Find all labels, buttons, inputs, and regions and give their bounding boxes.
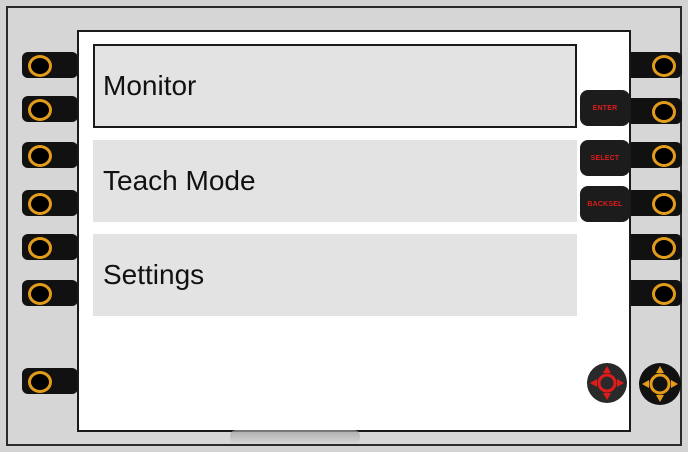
button-ring-icon [28, 99, 52, 121]
dpad-icon [639, 363, 681, 405]
button-ring-icon [28, 237, 52, 259]
select-button-label: SELECT [590, 154, 620, 162]
left-hardware-button-5[interactable] [22, 234, 78, 260]
button-ring-icon [652, 283, 676, 305]
button-ring-icon [28, 283, 52, 305]
menu-item-label: Monitor [103, 70, 197, 101]
right-hardware-button-5[interactable] [626, 234, 682, 260]
select-button[interactable]: SELECT [580, 140, 630, 176]
left-hardware-button-4[interactable] [22, 190, 78, 216]
button-ring-icon [652, 193, 676, 215]
right-hardware-button-3[interactable] [626, 142, 682, 168]
menu-item-label: Settings [103, 259, 205, 290]
left-hardware-button-2[interactable] [22, 96, 78, 122]
right-hardware-button-2[interactable] [626, 98, 682, 124]
button-ring-icon [652, 145, 676, 167]
dpad-icon [587, 363, 627, 403]
button-ring-icon [28, 145, 52, 167]
backsel-button[interactable]: BACKSEL [580, 186, 630, 222]
right-hardware-button-1[interactable] [626, 52, 682, 78]
menu-item-label: Teach Mode [103, 165, 256, 196]
menu-item-monitor[interactable]: Monitor [93, 44, 577, 128]
backsel-button-label: BACKSEL [587, 200, 623, 208]
left-hardware-button-1[interactable] [22, 52, 78, 78]
dpad-orange[interactable] [638, 362, 682, 406]
button-ring-icon [28, 371, 52, 393]
display-screen: Monitor Teach Mode Settings [77, 30, 631, 432]
left-hardware-button-3[interactable] [22, 142, 78, 168]
right-hardware-button-4[interactable] [626, 190, 682, 216]
left-hardware-button-7[interactable] [22, 368, 78, 394]
button-ring-icon [28, 55, 52, 77]
button-ring-icon [652, 55, 676, 77]
bezel-shadow [230, 430, 360, 444]
button-ring-icon [652, 101, 676, 123]
left-hardware-button-6[interactable] [22, 280, 78, 306]
menu-item-teach-mode[interactable]: Teach Mode [93, 140, 577, 222]
menu-item-settings[interactable]: Settings [93, 234, 577, 316]
button-ring-icon [652, 237, 676, 259]
enter-button-label: ENTER [592, 104, 618, 112]
right-hardware-button-6[interactable] [626, 280, 682, 306]
enter-button[interactable]: ENTER [580, 90, 630, 126]
dpad-red[interactable] [586, 362, 628, 404]
button-ring-icon [28, 193, 52, 215]
